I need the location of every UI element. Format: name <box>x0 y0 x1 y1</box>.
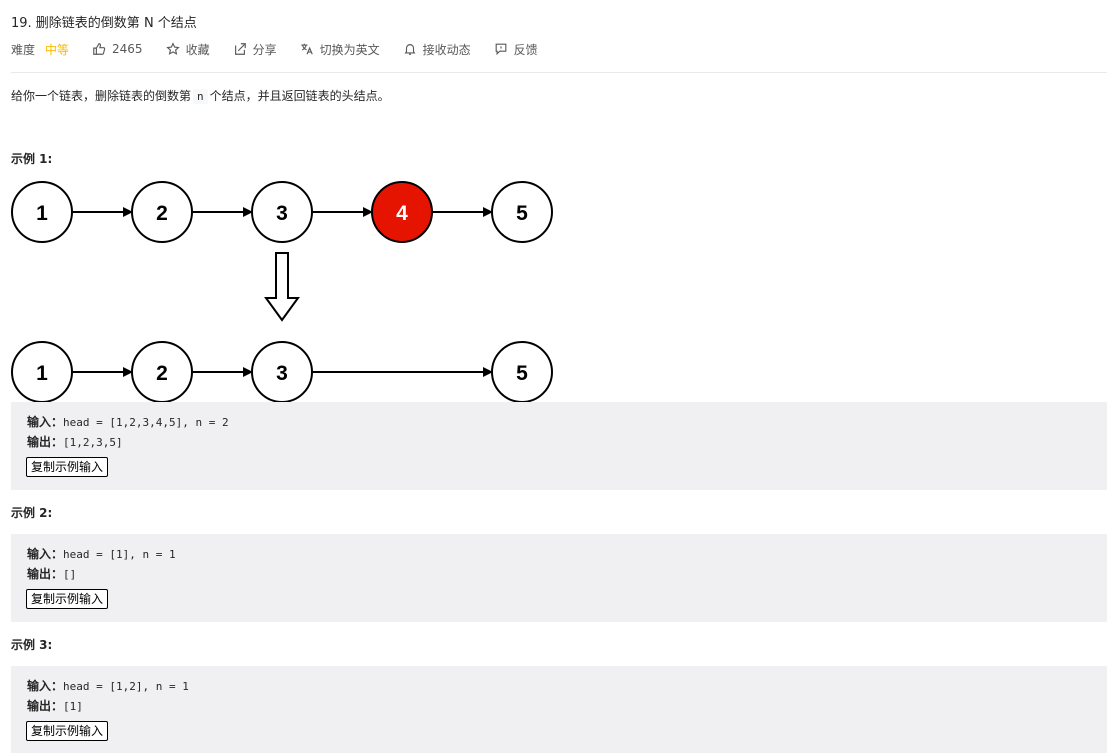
difficulty-badge: 中等 <box>45 42 70 57</box>
translate-icon <box>300 43 313 55</box>
feedback-label: 反馈 <box>513 42 538 57</box>
difficulty: 难度 中等 <box>11 41 69 58</box>
list-node: 2 <box>131 181 193 243</box>
difficulty-label: 难度 <box>11 42 36 57</box>
node-label: 4 <box>396 202 408 225</box>
node-label: 2 <box>156 362 168 385</box>
example-1-title: 示例 1: <box>11 152 53 166</box>
switch-language-label: 切换为英文 <box>319 42 380 57</box>
output-label: 输出： <box>27 567 64 581</box>
input-label: 输入： <box>27 547 64 561</box>
description-text-start: 给你一个链表，删除链表的倒数第 <box>11 89 192 103</box>
copy-example-2-button[interactable]: 复制示例输入 <box>26 589 109 609</box>
copy-example-3-button[interactable]: 复制示例输入 <box>26 721 109 741</box>
diagram-top-row: 1 2 3 4 5 <box>11 181 553 243</box>
share-icon <box>234 43 246 55</box>
header-divider <box>11 72 1107 73</box>
share-label: 分享 <box>252 42 277 57</box>
like-count: 2465 <box>112 42 143 56</box>
node-label: 5 <box>516 202 528 225</box>
input-value: head = [1,2], n = 1 <box>63 680 189 693</box>
output-label: 输出： <box>27 699 64 713</box>
output-value: [1,2,3,5] <box>63 436 123 449</box>
example-1-input: 输入：head = [1,2,3,4,5], n = 2 <box>27 413 229 430</box>
node-label: 3 <box>276 202 288 225</box>
notify-button[interactable]: 接收动态 <box>403 41 471 58</box>
input-value: head = [1,2,3,4,5], n = 2 <box>63 416 229 429</box>
node-label: 1 <box>36 362 48 385</box>
feedback-icon <box>495 43 507 56</box>
star-icon <box>165 42 180 55</box>
description-code-n: n <box>193 89 208 104</box>
share-button[interactable]: 分享 <box>233 41 277 58</box>
copy-example-1-button[interactable]: 复制示例输入 <box>26 457 109 477</box>
list-node-removed: 4 <box>371 181 433 243</box>
list-node: 1 <box>11 341 73 403</box>
node-label: 1 <box>36 202 48 225</box>
diagram-bottom-row: 1 2 3 5 <box>11 341 553 403</box>
example-2-input: 输入：head = [1], n = 1 <box>27 545 176 562</box>
list-node: 1 <box>11 181 73 243</box>
bell-icon <box>404 44 416 55</box>
output-value: [1] <box>63 700 83 713</box>
thumbs-up-icon <box>93 43 106 55</box>
problem-description: 给你一个链表，删除链表的倒数第 n 个结点，并且返回链表的头结点。 <box>11 87 390 104</box>
output-label: 输出： <box>27 435 64 449</box>
problem-title: 19. 删除链表的倒数第 N 个结点 <box>11 16 197 31</box>
example-1-output: 输出：[1,2,3,5] <box>27 433 123 450</box>
problem-toolbar: 难度 中等 2465 收藏 分享 切换为英文 接收动态 反馈 <box>11 40 561 58</box>
example-3-box: 输入：head = [1,2], n = 1 输出：[1] 复制示例输入 <box>11 666 1107 753</box>
example-2-title: 示例 2: <box>11 506 53 520</box>
example-3-input: 输入：head = [1,2], n = 1 <box>27 677 189 694</box>
switch-language-button[interactable]: 切换为英文 <box>300 41 380 58</box>
list-node: 5 <box>491 181 553 243</box>
input-label: 输入： <box>27 415 64 429</box>
linked-list-diagram: 1 2 3 4 5 1 2 3 5 <box>11 181 553 403</box>
input-value: head = [1], n = 1 <box>63 548 176 561</box>
favorite-button[interactable]: 收藏 <box>165 41 210 58</box>
like-button[interactable]: 2465 <box>92 42 143 56</box>
list-node: 2 <box>131 341 193 403</box>
output-value: [] <box>63 568 77 581</box>
example-1-box: 输入：head = [1,2,3,4,5], n = 2 输出：[1,2,3,5… <box>11 402 1107 490</box>
input-label: 输入： <box>27 679 64 693</box>
notify-label: 接收动态 <box>422 42 471 57</box>
list-node: 5 <box>491 341 553 403</box>
example-3-title: 示例 3: <box>11 638 53 652</box>
description-text-end: 个结点，并且返回链表的头结点。 <box>209 89 390 103</box>
transform-down-arrow <box>264 252 300 322</box>
node-label: 3 <box>276 362 288 385</box>
list-node: 3 <box>251 181 313 243</box>
example-2-output: 输出：[] <box>27 565 76 582</box>
example-3-output: 输出：[1] <box>27 697 83 714</box>
feedback-button[interactable]: 反馈 <box>494 41 538 58</box>
favorite-label: 收藏 <box>185 42 210 57</box>
list-node: 3 <box>251 341 313 403</box>
node-label: 2 <box>156 202 168 225</box>
example-2-box: 输入：head = [1], n = 1 输出：[] 复制示例输入 <box>11 534 1107 622</box>
node-label: 5 <box>516 362 528 385</box>
